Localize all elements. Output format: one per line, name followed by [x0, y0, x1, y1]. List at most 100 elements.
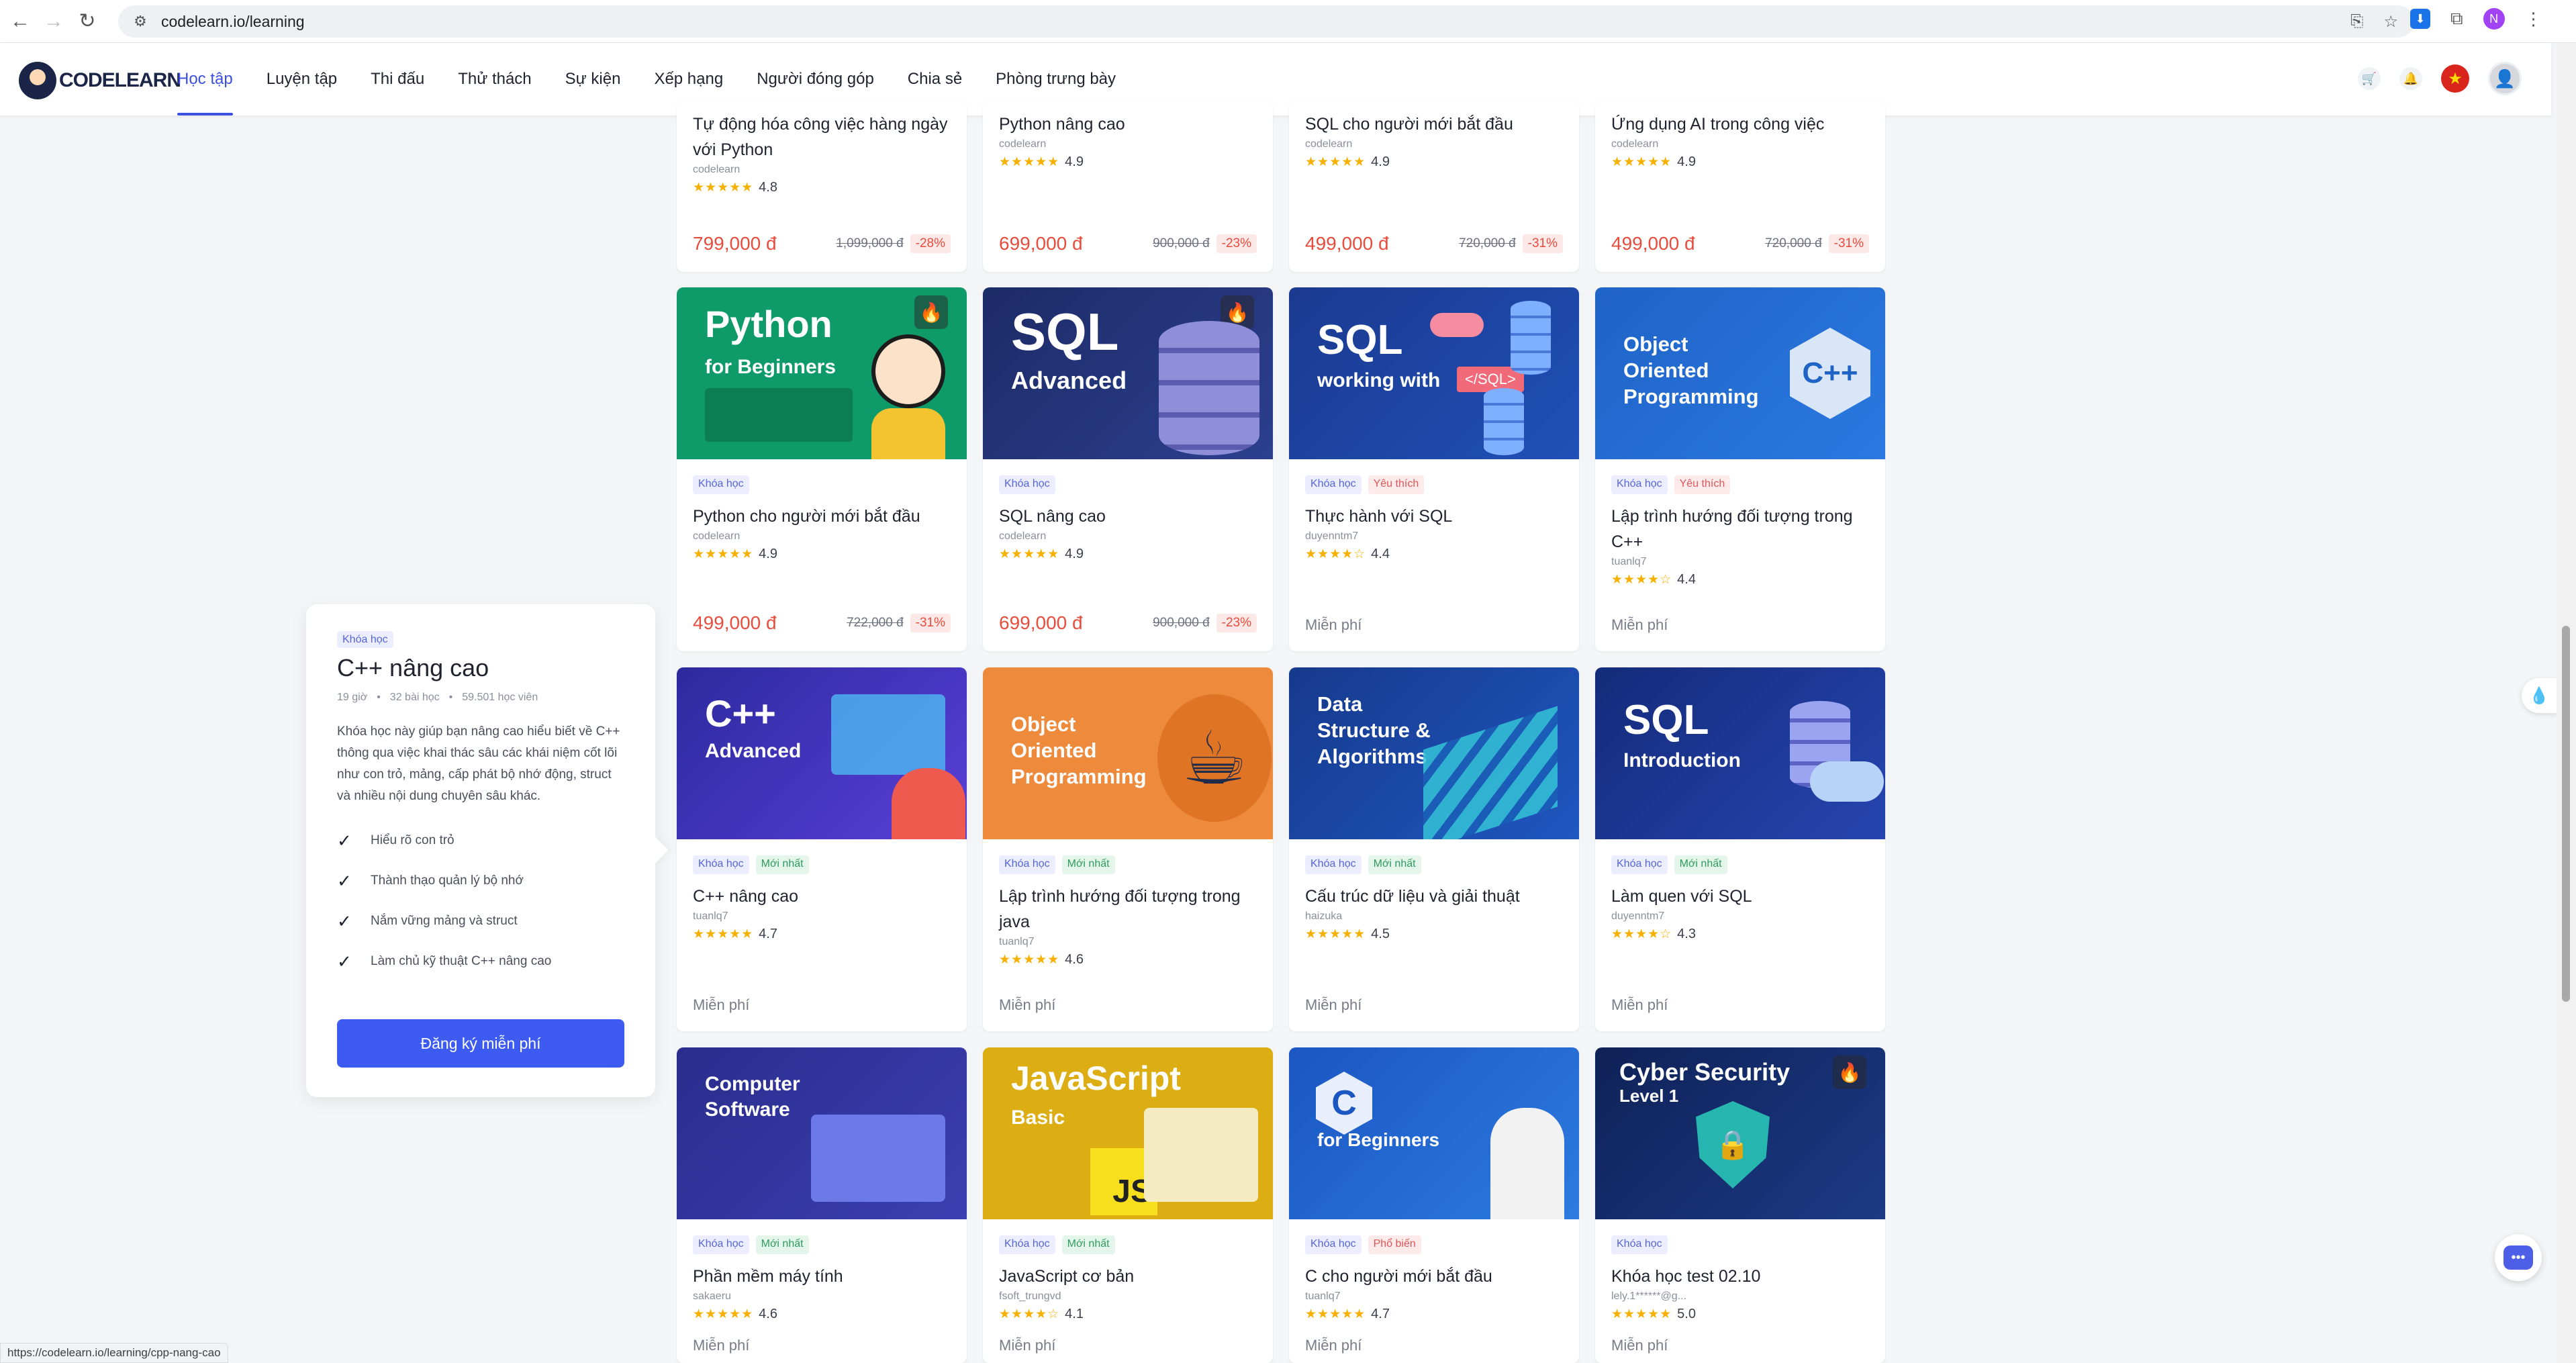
- course-thumbnail[interactable]: Object Oriented Programming C++: [1595, 287, 1885, 459]
- side-assistant-icon[interactable]: 💧: [2522, 678, 2557, 713]
- course-title[interactable]: SQL cho người mới bắt đầu: [1305, 111, 1563, 137]
- free-label: Miễn phí: [1305, 996, 1362, 1013]
- nav-hoc-tap[interactable]: Học tập: [177, 43, 233, 115]
- course-thumbnail[interactable]: JavaScript Basic JS: [983, 1047, 1273, 1219]
- rating-stars: ★★★★★: [1305, 155, 1366, 169]
- course-title[interactable]: C++ nâng cao: [693, 884, 951, 909]
- course-thumbnail[interactable]: Cyber Security Level 1 🔥 🔒: [1595, 1047, 1885, 1219]
- course-thumbnail[interactable]: SQL working with </SQL>: [1289, 287, 1579, 459]
- page-scrollbar[interactable]: [2557, 43, 2576, 1363]
- course-title[interactable]: Tự động hóa công việc hàng ngày với Pyth…: [693, 111, 951, 162]
- developer-illustration: [1490, 1108, 1564, 1219]
- course-card[interactable]: Computer Software Khóa học Mới nhất Phần …: [677, 1047, 967, 1363]
- tag-course: Khóa học: [999, 1235, 1055, 1254]
- course-card[interactable]: C for Beginners Khóa học Phổ biến C cho n…: [1289, 1047, 1579, 1363]
- course-thumbnail[interactable]: Python for Beginners 🔥: [677, 287, 967, 459]
- course-card[interactable]: C++ Advanced Khóa học Mới nhất C++ nâng c…: [677, 667, 967, 1031]
- register-free-button[interactable]: Đăng ký miễn phí: [337, 1019, 624, 1068]
- rating-stars: ★★★★★: [1611, 155, 1672, 169]
- site-info-icon[interactable]: ⚙: [132, 13, 149, 30]
- rating-value: 4.6: [1065, 952, 1084, 967]
- course-card[interactable]: SQL cho người mới bắt đầu codelearn ★★★★…: [1289, 101, 1579, 272]
- course-card[interactable]: SQL working with </SQL> Khóa học Yêu thíc…: [1289, 287, 1579, 651]
- check-icon: ✓: [337, 870, 352, 891]
- course-thumbnail[interactable]: Computer Software: [677, 1047, 967, 1219]
- course-thumbnail[interactable]: C++ Advanced: [677, 667, 967, 839]
- course-title[interactable]: Cấu trúc dữ liệu và giải thuật: [1305, 884, 1563, 909]
- logo-mascot-icon: [19, 62, 56, 99]
- course-title[interactable]: Ứng dụng AI trong công việc: [1611, 111, 1869, 137]
- nav-luyen-tap[interactable]: Luyện tập: [267, 43, 337, 115]
- nav-thu-thach[interactable]: Thử thách: [458, 43, 531, 115]
- rating-value: 4.4: [1677, 572, 1696, 587]
- course-card[interactable]: Python for Beginners 🔥 Khóa học Python c…: [677, 287, 967, 651]
- free-label: Miễn phí: [1305, 1337, 1362, 1354]
- site-logo[interactable]: CODELEARN: [19, 62, 181, 99]
- cart-icon[interactable]: 🛒: [2358, 67, 2381, 90]
- course-thumbnail[interactable]: SQL Introduction: [1595, 667, 1885, 839]
- course-card[interactable]: Cyber Security Level 1 🔥 🔒 Khóa học Khóa…: [1595, 1047, 1885, 1363]
- course-card[interactable]: Tự động hóa công việc hàng ngày với Pyth…: [677, 101, 967, 272]
- course-card[interactable]: Object Oriented Programming ☕ Khóa học Mớ…: [983, 667, 1273, 1031]
- course-title[interactable]: Python cho người mới bắt đầu: [693, 504, 951, 529]
- course-title[interactable]: SQL nâng cao: [999, 504, 1257, 529]
- back-icon[interactable]: ←: [7, 8, 34, 35]
- old-price: 720,000 đ: [1459, 236, 1516, 250]
- rating-stars: ★★★★★: [693, 1307, 754, 1321]
- extensions-puzzle-icon[interactable]: ⧉: [2450, 8, 2463, 30]
- language-flag-vn-icon[interactable]: ★: [2441, 64, 2469, 93]
- forward-icon[interactable]: →: [40, 8, 67, 35]
- course-card[interactable]: SQL Introduction Khóa học Mới nhất Làm qu…: [1595, 667, 1885, 1031]
- browser-profile-avatar[interactable]: N: [2483, 8, 2505, 30]
- check-icon: ✓: [337, 910, 352, 931]
- free-label: Miễn phí: [1611, 616, 1668, 633]
- scrollbar-thumb[interactable]: [2562, 626, 2570, 1002]
- course-title[interactable]: Khóa học test 02.10: [1611, 1264, 1869, 1289]
- course-title[interactable]: C cho người mới bắt đầu: [1305, 1264, 1563, 1289]
- old-price: 720,000 đ: [1765, 236, 1822, 250]
- course-card[interactable]: SQL Advanced 🔥 Khóa học SQL nâng cao cod…: [983, 287, 1273, 651]
- course-card[interactable]: Ứng dụng AI trong công việc codelearn ★★…: [1595, 101, 1885, 272]
- tag-new: Mới nhất: [1061, 1235, 1115, 1254]
- notification-bell-icon[interactable]: 🔔: [2399, 67, 2422, 90]
- chat-button[interactable]: •••: [2495, 1234, 2542, 1281]
- extension-download-icon[interactable]: ⬇: [2410, 9, 2430, 29]
- address-bar[interactable]: ⚙ codelearn.io/learning ⎘ ☆: [118, 5, 2414, 38]
- course-card[interactable]: JavaScript Basic JS Khóa học Mới nhất Jav…: [983, 1047, 1273, 1363]
- course-title[interactable]: Làm quen với SQL: [1611, 884, 1869, 909]
- thumb-title: Python: [705, 303, 832, 345]
- student-illustration: [871, 408, 945, 459]
- free-label: Miễn phí: [693, 1337, 750, 1354]
- tag-popular: Phổ biến: [1368, 1235, 1421, 1254]
- nav-thi-dau[interactable]: Thi đấu: [371, 43, 424, 115]
- course-thumbnail[interactable]: Data Structure & Algorithms: [1289, 667, 1579, 839]
- bookmark-star-icon[interactable]: ☆: [2383, 12, 2398, 32]
- course-card[interactable]: Object Oriented Programming C++ Khóa học…: [1595, 287, 1885, 651]
- course-thumbnail[interactable]: SQL Advanced 🔥: [983, 287, 1273, 459]
- discount-badge: -23%: [1216, 614, 1257, 632]
- course-title[interactable]: Lập trình hướng đối tượng trong C++: [1611, 504, 1869, 555]
- url-text[interactable]: codelearn.io/learning: [161, 13, 305, 31]
- thumb-title: Object Oriented Programming: [1011, 712, 1147, 788]
- course-title[interactable]: Python nâng cao: [999, 111, 1257, 137]
- reload-icon[interactable]: ↻: [74, 8, 101, 35]
- fire-icon: 🔥: [914, 295, 948, 329]
- user-avatar[interactable]: 👤: [2488, 62, 2522, 95]
- course-thumbnail[interactable]: C for Beginners: [1289, 1047, 1579, 1219]
- course-title[interactable]: JavaScript cơ bản: [999, 1264, 1257, 1289]
- browser-menu-icon[interactable]: ⋮: [2525, 9, 2542, 30]
- course-title[interactable]: Lập trình hướng đối tượng trong java: [999, 884, 1257, 935]
- tag-course: Khóa học: [693, 855, 749, 874]
- tag-course: Khóa học: [337, 631, 393, 648]
- course-thumbnail[interactable]: Object Oriented Programming ☕: [983, 667, 1273, 839]
- shield-lock-icon: 🔒: [1696, 1101, 1770, 1188]
- course-author: tuanlq7: [999, 936, 1035, 947]
- thumb-subtitle: Basic: [1011, 1107, 1065, 1129]
- translate-icon[interactable]: ⎘: [2350, 12, 2363, 31]
- course-card[interactable]: Python nâng cao codelearn ★★★★★ 4.9 699,0…: [983, 101, 1273, 272]
- course-title[interactable]: Thực hành với SQL: [1305, 504, 1563, 529]
- nav-su-kien[interactable]: Sự kiện: [565, 43, 621, 115]
- learning-point-label: Nắm vững mảng và struct: [371, 914, 518, 928]
- course-title[interactable]: Phần mềm máy tính: [693, 1264, 951, 1289]
- course-card[interactable]: Data Structure & Algorithms Khóa học Mới …: [1289, 667, 1579, 1031]
